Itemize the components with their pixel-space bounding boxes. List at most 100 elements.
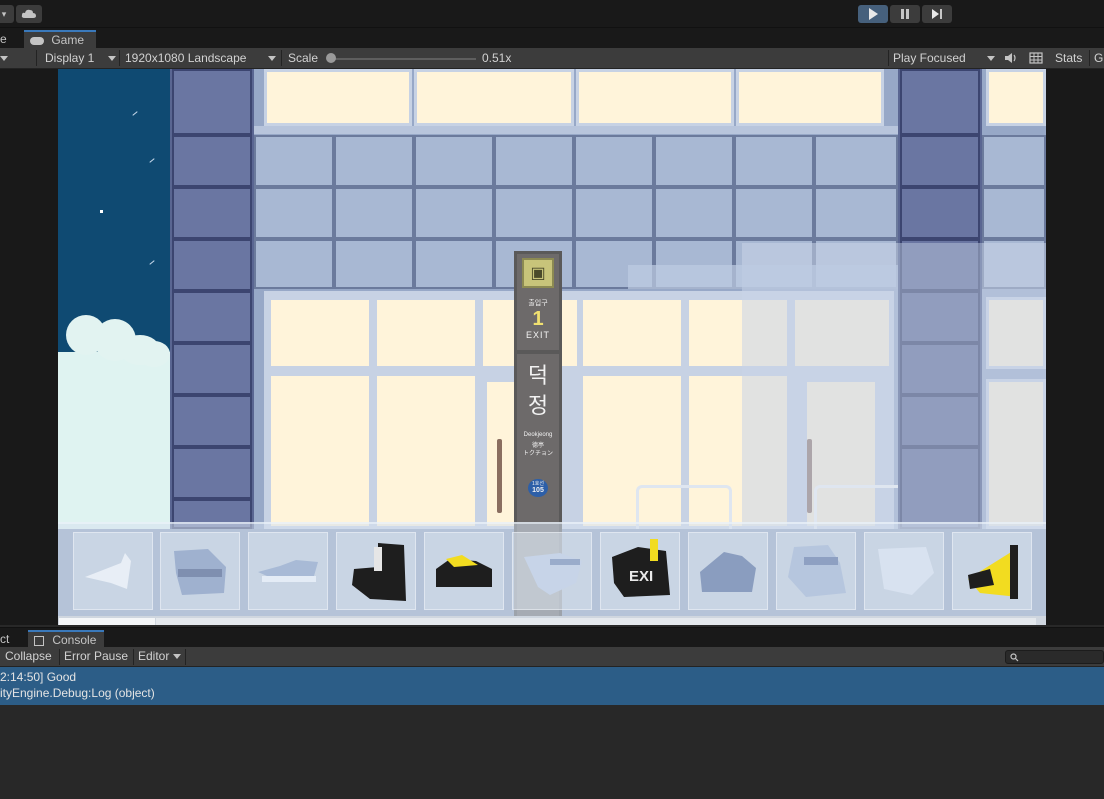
sign-exit-ko: 출입구 xyxy=(528,300,548,307)
step-icon xyxy=(932,9,942,19)
console-search-input[interactable] xyxy=(1005,650,1104,664)
puzzle-piece xyxy=(258,560,318,582)
divider xyxy=(1089,50,1090,66)
canopy-roof xyxy=(628,265,898,289)
divider xyxy=(281,50,282,66)
star xyxy=(100,210,103,213)
shooting-star xyxy=(149,158,155,163)
play-icon xyxy=(868,8,878,20)
chevron-down-icon xyxy=(173,654,181,659)
tab-project[interactable]: ct xyxy=(0,630,15,648)
pause-icon xyxy=(901,9,909,19)
scale-slider-track[interactable] xyxy=(330,58,476,60)
scale-slider-handle[interactable] xyxy=(326,53,336,63)
inventory-slot[interactable] xyxy=(73,532,153,610)
gizmo-grid-button[interactable] xyxy=(1029,48,1047,68)
inventory-scrollbar[interactable] xyxy=(58,616,1046,625)
error-pause-toggle[interactable]: Error Pause xyxy=(64,647,128,666)
error-pause-toggle-label: Error Pause xyxy=(64,649,129,663)
puzzle-piece xyxy=(352,543,406,601)
divider xyxy=(36,50,37,66)
inventory-scrollbar-track[interactable] xyxy=(156,618,1036,625)
cloud-button[interactable] xyxy=(16,5,42,23)
tab-console[interactable]: Console xyxy=(28,630,104,648)
console-tab-row: ct Console xyxy=(0,627,1104,648)
console-log-list: 2:14:50] Good ityEngine.Debug:Log (objec… xyxy=(0,667,1104,799)
cloud-icon xyxy=(21,9,36,18)
inventory-slot[interactable] xyxy=(512,532,592,610)
inventory-slot[interactable] xyxy=(160,532,240,610)
sign-exit-number: 1 xyxy=(532,308,544,330)
pause-button[interactable] xyxy=(890,5,920,23)
editor-tab-row: e Game xyxy=(0,28,1104,48)
sign-exit-en: EXIT xyxy=(525,330,550,340)
divider xyxy=(119,50,120,66)
inventory-slot[interactable] xyxy=(952,532,1032,610)
puzzle-piece xyxy=(524,553,582,595)
tab-game[interactable]: Game xyxy=(24,30,96,48)
resolution-dropdown[interactable]: 1920x1080 Landscape xyxy=(125,48,280,68)
building-wall xyxy=(254,69,902,529)
search-icon xyxy=(1010,653,1019,662)
stats-button-label: Stats xyxy=(1055,51,1083,65)
inventory-slot[interactable] xyxy=(336,532,416,610)
inventory-scrollbar-thumb[interactable] xyxy=(59,618,155,625)
game-view-letterbox-left xyxy=(0,69,58,625)
inventory-slot[interactable] xyxy=(776,532,856,610)
sign-station-ko-2: 정 xyxy=(527,393,549,418)
puzzle-piece xyxy=(788,545,846,597)
cloud-base xyxy=(58,352,170,529)
divider xyxy=(133,649,134,665)
tab-scene[interactable]: e xyxy=(0,30,11,48)
sign-station-en: Deokjeong xyxy=(523,432,553,438)
puzzle-piece xyxy=(968,545,1018,599)
scale-label: Scale xyxy=(288,51,319,65)
log-entry-stacktrace: ityEngine.Debug:Log (object) xyxy=(0,686,155,700)
exit-piece-text: EXI xyxy=(629,568,654,585)
divider xyxy=(185,649,186,665)
puzzle-piece xyxy=(700,552,756,592)
building-pillar-right xyxy=(898,69,982,529)
divider xyxy=(888,50,889,66)
main-toolbar: ▾ xyxy=(0,0,1104,28)
inventory-slot[interactable] xyxy=(688,532,768,610)
cloud xyxy=(138,341,170,367)
editor-dropdown-label: Editor xyxy=(138,649,170,663)
game-view[interactable]: ▣ 출입구 1 EXIT 덕 정 Deokjeong 德亭 トクチョン 1호선 … xyxy=(58,69,1046,625)
building-pillar-left xyxy=(170,69,254,529)
sign-station-jp: トクチョン xyxy=(522,451,553,457)
inventory-slot[interactable] xyxy=(864,532,944,610)
shooting-star xyxy=(132,111,138,116)
gamepad-icon xyxy=(30,36,44,45)
sign-line-no: 1호선 xyxy=(532,481,544,487)
inventory-slot[interactable] xyxy=(248,532,328,610)
stats-button[interactable]: Stats xyxy=(1055,48,1082,68)
account-dropdown-button[interactable]: ▾ xyxy=(0,5,14,23)
play-button[interactable] xyxy=(858,5,888,23)
tab-console-label: Console xyxy=(52,633,97,647)
night-sky xyxy=(58,69,170,529)
gizmos-button[interactable]: G xyxy=(1094,48,1103,68)
log-entry[interactable]: 2:14:50] Good ityEngine.Debug:Log (objec… xyxy=(0,667,1104,705)
puzzle-inventory-bar: EXI xyxy=(58,522,1046,625)
inventory-slot[interactable] xyxy=(424,532,504,610)
puzzle-piece xyxy=(436,555,492,587)
sign-station-code: 105 xyxy=(532,487,544,494)
play-mode-dropdown[interactable]: Play Focused xyxy=(893,48,997,68)
mute-audio-button[interactable] xyxy=(1004,48,1022,68)
display-dropdown-value: Display 1 xyxy=(45,51,95,65)
console-icon xyxy=(34,635,44,646)
building-wall-right xyxy=(982,69,1046,529)
tab-scene-label: e xyxy=(0,32,7,46)
gizmos-button-label: G xyxy=(1094,51,1104,65)
chevron-down-icon xyxy=(0,56,8,61)
sign-station-ko-1: 덕 xyxy=(527,363,549,388)
game-view-letterbox-right xyxy=(1046,69,1104,625)
step-button[interactable] xyxy=(922,5,952,23)
scale-value: 0.51x xyxy=(482,51,512,65)
collapse-toggle[interactable]: Collapse xyxy=(5,647,52,666)
play-mode-dropdown-value: Play Focused xyxy=(893,51,966,65)
log-entry-message: 2:14:50] Good xyxy=(0,670,77,684)
inventory-slot[interactable]: EXI xyxy=(600,532,680,610)
resolution-dropdown-value: 1920x1080 Landscape xyxy=(125,51,247,65)
